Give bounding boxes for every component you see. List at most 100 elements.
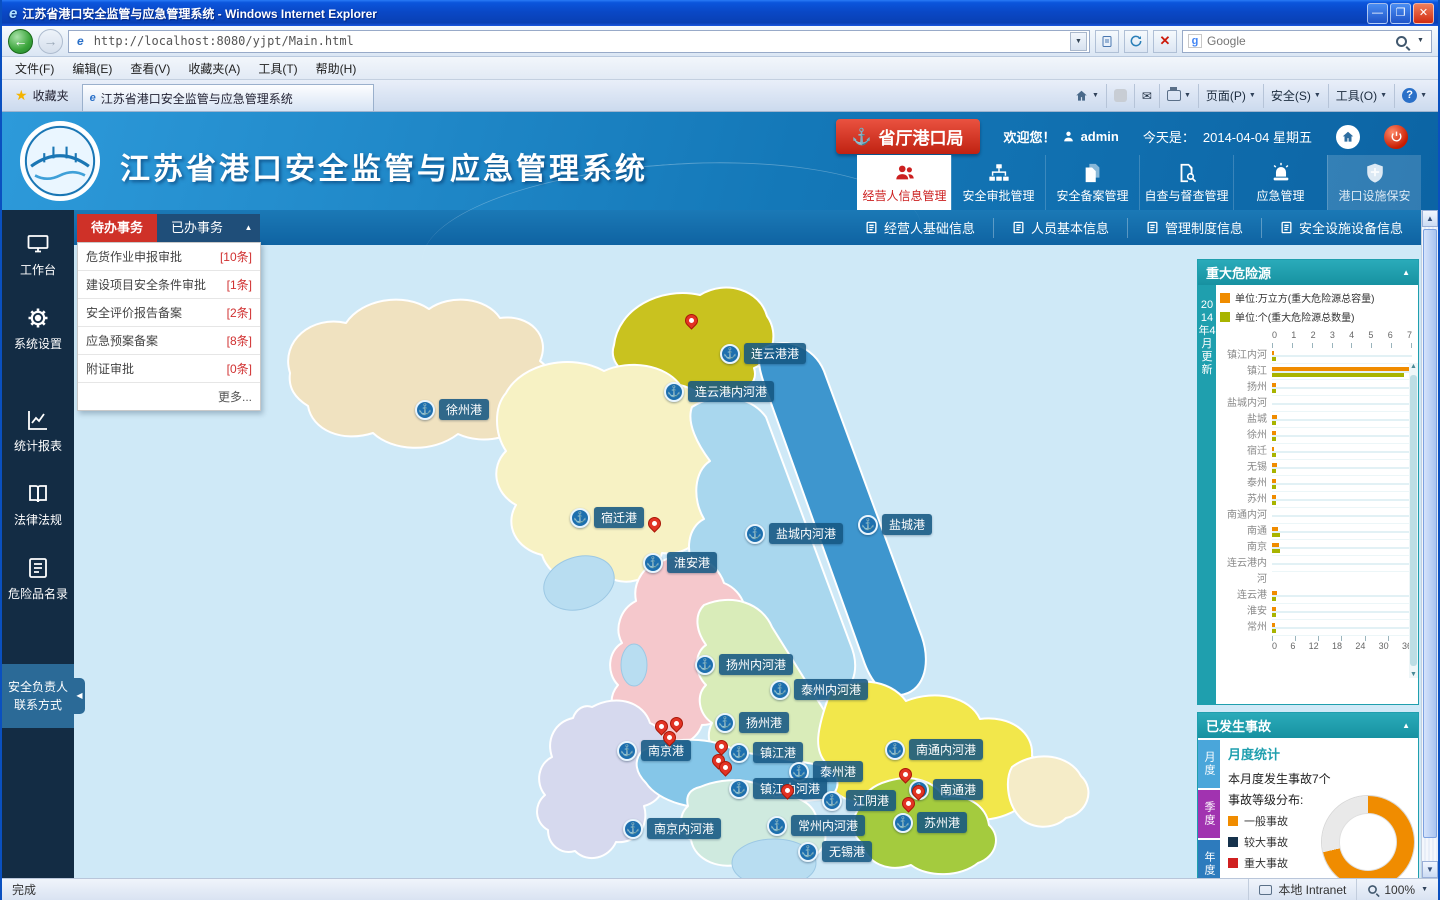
accident-period-tab[interactable]: 年度: [1198, 840, 1220, 878]
home-shortcut-button[interactable]: [1336, 125, 1360, 149]
favorites-button[interactable]: ★ 收藏夹: [6, 83, 78, 109]
subnav-management-system[interactable]: 管理制度信息: [1127, 218, 1261, 238]
url-input[interactable]: [94, 34, 1065, 48]
port-marker[interactable]: ⚓宿迁港: [570, 507, 644, 528]
page-scrollbar[interactable]: ▲ ▼: [1421, 210, 1438, 878]
sidebar-item-reports[interactable]: 统计报表: [2, 402, 74, 460]
accident-period-tab[interactable]: 季度: [1198, 790, 1220, 838]
help-button[interactable]: ?▼: [1394, 84, 1434, 108]
port-marker[interactable]: ⚓无锡港: [798, 841, 872, 862]
address-dropdown-icon[interactable]: ▼: [1070, 32, 1087, 51]
compatibility-view-button[interactable]: [1095, 30, 1119, 53]
location-pin-icon[interactable]: [648, 517, 663, 532]
stop-button[interactable]: ✕: [1153, 30, 1177, 53]
task-row[interactable]: 安全评价报告备案[2条]: [78, 299, 260, 327]
sidebar-item-laws[interactable]: 法律法规: [2, 476, 74, 534]
accident-period-tab[interactable]: 月度: [1198, 740, 1220, 788]
search-box[interactable]: g ▼: [1182, 30, 1432, 53]
scroll-down-button[interactable]: ▼: [1422, 861, 1438, 878]
task-row[interactable]: 危货作业申报审批[10条]: [78, 243, 260, 271]
port-marker[interactable]: ⚓镇江内河港: [729, 778, 827, 799]
scroll-thumb[interactable]: [1423, 229, 1437, 838]
sidebar-item-workbench[interactable]: 工作台: [2, 226, 74, 284]
nav-safety-records[interactable]: 安全备案管理: [1045, 155, 1139, 210]
nav-inspection[interactable]: 自查与督查管理: [1139, 155, 1233, 210]
nav-emergency[interactable]: 应急管理: [1233, 155, 1327, 210]
location-pin-icon[interactable]: [781, 784, 796, 799]
port-marker[interactable]: ⚓南京内河港: [623, 818, 721, 839]
port-marker[interactable]: ⚓苏州港: [893, 812, 967, 833]
port-marker[interactable]: ⚓徐州港: [415, 399, 489, 420]
search-input[interactable]: [1207, 34, 1391, 48]
browser-tab[interactable]: e 江苏省港口安全监管与应急管理系统: [82, 84, 374, 111]
sidebar-item-settings[interactable]: 系统设置: [2, 300, 74, 358]
port-marker[interactable]: ⚓泰州内河港: [770, 679, 868, 700]
hazard-scrollbar[interactable]: ▲ ▼: [1409, 363, 1418, 678]
menu-item[interactable]: 收藏夹(A): [179, 57, 249, 80]
page-menu-button[interactable]: 页面(P)▼: [1198, 84, 1263, 108]
port-marker[interactable]: ⚓常州内河港: [767, 815, 865, 836]
location-pin-icon[interactable]: [899, 768, 914, 783]
port-marker[interactable]: ⚓盐城内河港: [745, 523, 843, 544]
task-row[interactable]: 建设项目安全条件审批[1条]: [78, 271, 260, 299]
safety-menu-button[interactable]: 安全(S)▼: [1263, 84, 1328, 108]
tab-done-tasks[interactable]: 已办事务: [157, 214, 237, 242]
task-row[interactable]: 应急预案备案[8条]: [78, 327, 260, 355]
forward-button[interactable]: →: [38, 29, 63, 54]
menu-item[interactable]: 文件(F): [6, 57, 63, 80]
home-button[interactable]: ▼: [1067, 84, 1106, 108]
collapse-up-icon[interactable]: ▲: [1402, 268, 1410, 277]
collapse-up-icon[interactable]: ▲: [1402, 721, 1410, 730]
location-pin-icon[interactable]: [670, 717, 685, 732]
print-button[interactable]: ▼: [1159, 84, 1198, 108]
maximize-button[interactable]: ❐: [1390, 3, 1411, 24]
port-marker[interactable]: ⚓盐城港: [858, 514, 932, 535]
tools-menu-button[interactable]: 工具(O)▼: [1328, 84, 1394, 108]
port-marker[interactable]: ⚓南通内河港: [885, 739, 983, 760]
back-button[interactable]: ←: [8, 29, 33, 54]
search-dropdown-icon[interactable]: ▼: [1412, 32, 1429, 51]
scroll-up-button[interactable]: ▲: [1422, 210, 1438, 227]
scroll-down-icon[interactable]: ▼: [1409, 671, 1418, 678]
menu-item[interactable]: 查看(V): [121, 57, 179, 80]
menu-item[interactable]: 帮助(H): [307, 57, 366, 80]
task-more-link[interactable]: 更多...: [78, 383, 260, 410]
port-marker[interactable]: ⚓江阴港: [822, 790, 896, 811]
scroll-track[interactable]: [1422, 227, 1438, 861]
mail-button[interactable]: ✉: [1134, 84, 1159, 108]
subnav-personnel-basic[interactable]: 人员基本信息: [993, 218, 1127, 238]
hazard-panel-header[interactable]: 重大危险源 ▲: [1198, 260, 1418, 285]
port-marker[interactable]: ⚓扬州内河港: [695, 654, 793, 675]
minimize-button[interactable]: —: [1367, 3, 1388, 24]
zoom-control[interactable]: 100% ▼: [1356, 879, 1438, 900]
port-marker[interactable]: ⚓连云港港: [720, 343, 806, 364]
task-row[interactable]: 附证审批[0条]: [78, 355, 260, 383]
location-pin-icon[interactable]: [902, 797, 917, 812]
port-marker[interactable]: ⚓连云港内河港: [664, 381, 774, 402]
port-marker[interactable]: ⚓镇江港: [729, 742, 803, 763]
refresh-button[interactable]: [1124, 30, 1148, 53]
close-button[interactable]: ✕: [1413, 3, 1434, 24]
subnav-safety-equipment[interactable]: 安全设施设备信息: [1261, 218, 1421, 238]
nav-safety-approval[interactable]: 安全审批管理: [951, 155, 1045, 210]
task-collapse-button[interactable]: ▲: [237, 214, 260, 242]
accident-panel-header[interactable]: 已发生事故 ▲: [1198, 713, 1418, 738]
collapse-arrow-icon[interactable]: ◀: [74, 678, 85, 714]
sidebar-item-dangerous-goods[interactable]: 危险品名录: [2, 550, 74, 608]
nav-operator-info[interactable]: 经营人信息管理: [857, 155, 951, 210]
sidebar-item-safety-contact[interactable]: 安全负责人 联系方式 ◀: [2, 664, 74, 728]
feeds-button[interactable]: [1106, 84, 1134, 108]
logout-button[interactable]: [1384, 125, 1408, 149]
port-marker[interactable]: ⚓淮安港: [643, 552, 717, 573]
location-pin-icon[interactable]: [719, 761, 734, 776]
menu-item[interactable]: 编辑(E): [63, 57, 121, 80]
port-marker[interactable]: ⚓南京港: [617, 740, 691, 761]
address-field[interactable]: e ▼: [68, 30, 1090, 53]
port-marker[interactable]: ⚓扬州港: [715, 712, 789, 733]
nav-port-security[interactable]: 港口设施保安: [1327, 155, 1421, 210]
search-icon[interactable]: [1396, 36, 1407, 47]
location-pin-icon[interactable]: [663, 731, 678, 746]
menu-item[interactable]: 工具(T): [249, 57, 306, 80]
location-pin-icon[interactable]: [685, 314, 700, 329]
scroll-up-icon[interactable]: ▲: [1409, 363, 1418, 370]
